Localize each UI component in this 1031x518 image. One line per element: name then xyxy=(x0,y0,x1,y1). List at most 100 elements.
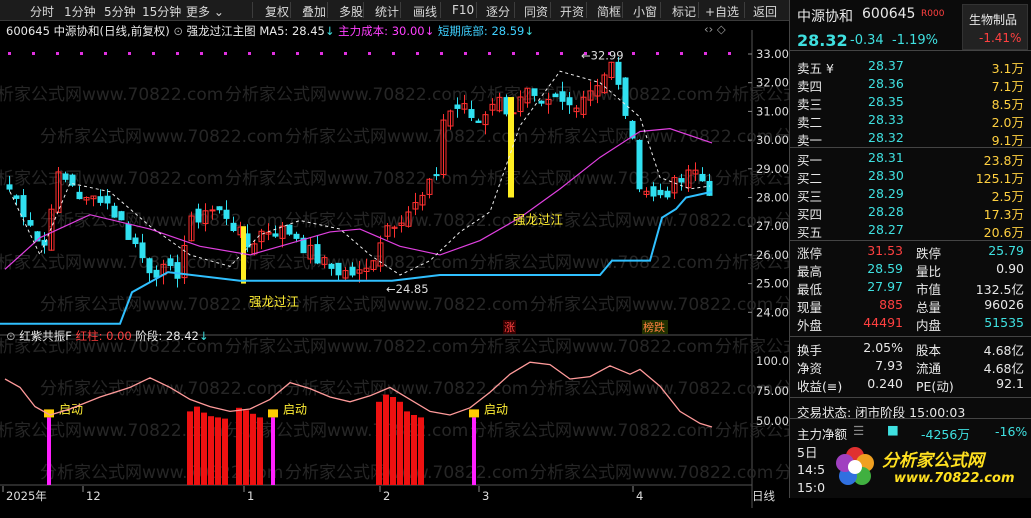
toolbar-item-8[interactable]: 统计 xyxy=(375,3,399,20)
startup-label: 启动 xyxy=(283,402,307,416)
top-marker xyxy=(656,52,659,55)
signal-label: 强龙过江 xyxy=(513,212,563,227)
candle xyxy=(230,222,237,231)
row-price: 28.35 xyxy=(868,94,904,109)
ask-row-2[interactable]: 卖二 28.33 2.0万 xyxy=(790,111,1030,130)
price-pct: -1.19% xyxy=(892,33,938,48)
jieduan-value: 阶段: 28.42 xyxy=(135,329,199,343)
top-marker xyxy=(8,52,11,55)
toolbar-item-11[interactable]: 逐分 xyxy=(486,3,510,20)
toolbar-item-3[interactable]: 15分钟 xyxy=(142,3,181,20)
site-logo: 分析家公式网 www.70822.com xyxy=(830,440,1028,494)
candle xyxy=(657,189,664,196)
ask-row-3[interactable]: 卖三 28.35 8.5万 xyxy=(790,93,1030,112)
main-chart-header: 600645 中源协和(日线,前复权) ⊙ 强龙过江主图 MA5: 28.45↓… xyxy=(6,23,534,39)
days-label[interactable]: 5日 xyxy=(797,442,817,461)
net-dot-icon: ■ xyxy=(887,422,899,437)
candle xyxy=(454,104,461,109)
date-tick: 3 xyxy=(482,489,489,503)
toolbar-item-14[interactable]: 简框 xyxy=(597,3,621,20)
ma5-value: MA5: 28.45 xyxy=(259,24,325,38)
watermark: 分析家公式网www.70822.com xyxy=(0,169,223,189)
watermark: 分析家公式网www.70822.com xyxy=(530,379,773,399)
toolbar-item-5[interactable]: 复权 xyxy=(265,3,289,20)
top-marker xyxy=(200,52,203,55)
row-price: 28.30 xyxy=(868,168,904,183)
top-marker xyxy=(56,52,59,55)
toolbar-item-12[interactable]: 同资 xyxy=(524,3,548,20)
candle xyxy=(531,88,538,96)
ask-row-4[interactable]: 卖四 28.36 7.1万 xyxy=(790,75,1030,94)
row-price: 28.37 xyxy=(868,58,904,73)
osc-bar xyxy=(411,415,417,485)
startup-label: 启动 xyxy=(484,402,508,416)
osc-bar xyxy=(257,417,263,485)
toolbar-item-6[interactable]: 叠加 xyxy=(302,3,326,20)
price-tick: 30.00 xyxy=(756,133,789,147)
watermark: 分析家公式网www.70822.com xyxy=(530,211,773,231)
toolbar-item-4[interactable]: 更多 ⌄ xyxy=(186,3,224,20)
toolbar-item-10[interactable]: F10 xyxy=(452,3,474,17)
top-marker xyxy=(632,52,635,55)
stat-row-3: 现量 885 总量 96026 xyxy=(797,297,1024,315)
ma-line xyxy=(4,128,713,270)
settings-icon[interactable]: ⊙ xyxy=(6,329,16,343)
expand-icons[interactable]: ‹› ◇ xyxy=(704,22,726,36)
price-tick: 31.00 xyxy=(756,104,789,118)
r-badge: R000 xyxy=(921,9,945,19)
candle xyxy=(62,173,69,180)
kline-chart[interactable]: 分析家公式网www.70822.com 分析家公式网www.70822.com 分析… xyxy=(0,20,789,518)
candle xyxy=(76,191,83,200)
candle xyxy=(349,266,356,276)
indicator-name[interactable]: 强龙过江主图 xyxy=(187,24,256,38)
price-tick: 24.00 xyxy=(756,305,789,319)
date-tick: 2025年 xyxy=(6,489,47,503)
toolbar-item-15[interactable]: 小窗 xyxy=(633,3,657,20)
top-marker xyxy=(560,52,563,55)
toolbar-item-16[interactable]: 标记 xyxy=(672,3,696,20)
bid-row-1[interactable]: 买一 28.31 23.8万 xyxy=(790,149,1030,168)
candle xyxy=(272,233,279,237)
ask-row-5[interactable]: 卖五 ¥28.37 3.1万 xyxy=(790,57,1030,76)
sector-box[interactable]: 生物制品 -1.41% xyxy=(962,4,1028,50)
row-price: 28.31 xyxy=(868,150,904,165)
osc-bar xyxy=(250,413,256,485)
toolbar-item-17[interactable]: +自选 xyxy=(705,3,739,20)
candle xyxy=(636,139,643,190)
stat2-row-2: 收益(≡) 0.240 PE(动) 92.1 xyxy=(797,376,1024,394)
last-price: 28.32 xyxy=(797,31,848,50)
settings-icon[interactable]: ⊙ xyxy=(173,24,183,38)
bid-row-4[interactable]: 买四 28.28 17.3万 xyxy=(790,203,1030,222)
osc-bar xyxy=(194,406,200,485)
toolbar-item-0[interactable]: 分时 xyxy=(30,3,54,20)
bid-row-2[interactable]: 买二 28.30 125.1万 xyxy=(790,167,1030,186)
dqdb-arrow-icon: ↓ xyxy=(524,24,535,38)
date-tick: 12 xyxy=(86,489,101,503)
bid-row-3[interactable]: 买三 28.29 2.5万 xyxy=(790,185,1030,204)
top-marker xyxy=(368,52,371,55)
toolbar-item-18[interactable]: 返回 xyxy=(753,3,777,20)
osc-bar xyxy=(418,417,424,485)
menu-icon[interactable]: ☰ xyxy=(853,423,864,438)
top-marker xyxy=(680,52,683,55)
startup-icon xyxy=(44,409,54,418)
top-marker xyxy=(152,52,155,55)
osc-bar xyxy=(243,410,249,485)
candle xyxy=(13,195,20,199)
toolbar-item-13[interactable]: 开资 xyxy=(560,3,584,20)
signal-label: 强龙过江 xyxy=(249,294,299,309)
toolbar-item-2[interactable]: 5分钟 xyxy=(104,3,136,20)
divider xyxy=(790,336,1031,337)
sub-indicator-name[interactable]: 红紫共振F xyxy=(19,329,72,343)
candle xyxy=(153,269,160,278)
osc-tick: 50.00 xyxy=(756,414,789,428)
toolbar-item-7[interactable]: 多股 xyxy=(339,3,363,20)
bid-row-5[interactable]: 买五 28.27 20.6万 xyxy=(790,221,1030,240)
watermark: 分析家公式网www.70822.com xyxy=(225,337,468,357)
candle xyxy=(104,195,111,204)
ask-row-1[interactable]: 卖一 28.32 9.1万 xyxy=(790,129,1030,148)
toolbar-item-9[interactable]: 画线 xyxy=(413,3,437,20)
sub-chart-header: ⊙ 红紫共振F 红柱: 0.00 阶段: 28.42↓ xyxy=(6,328,208,344)
stat-row-2: 最低 27.97 市值 132.5亿 xyxy=(797,279,1024,297)
toolbar-item-1[interactable]: 1分钟 xyxy=(64,3,96,20)
